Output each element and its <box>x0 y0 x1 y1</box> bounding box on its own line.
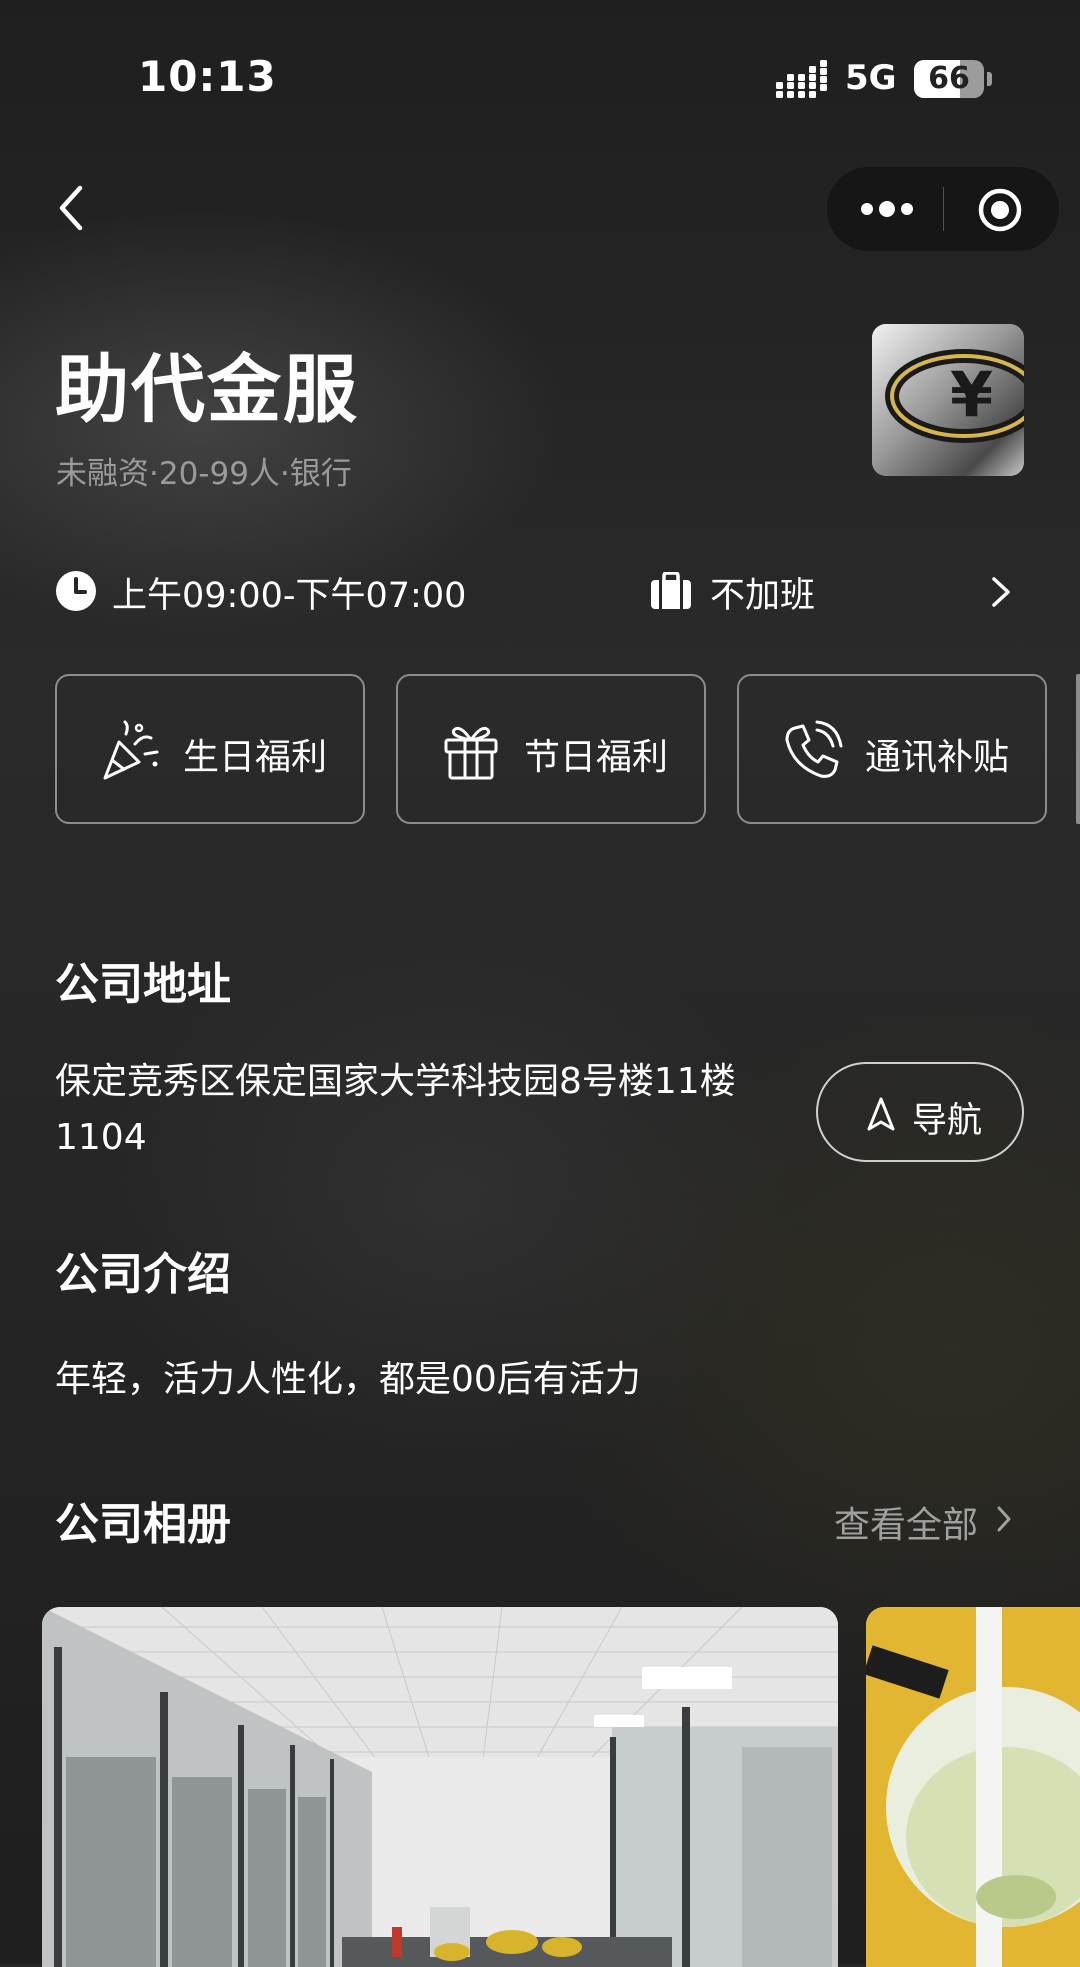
navigation-arrow-icon <box>867 1097 895 1131</box>
party-popper-icon <box>103 720 159 780</box>
address-title: 公司地址 <box>55 959 231 1010</box>
address-text: 保定竞秀区保定国家大学科技园8号楼11楼 1104 <box>55 1054 815 1166</box>
signal-icon <box>776 60 827 98</box>
mini-program-capsule <box>826 166 1060 252</box>
chevron-left-icon[interactable] <box>52 182 92 234</box>
benefit-holiday[interactable]: 节日福利 <box>396 674 706 824</box>
battery-icon: 66 <box>914 60 984 98</box>
status-time: 10:13 <box>138 52 277 101</box>
address-line1: 保定竞秀区保定国家大学科技园8号楼11楼 <box>55 1061 736 1102</box>
navigate-button[interactable]: 导航 <box>816 1062 1024 1162</box>
briefcase-icon <box>651 572 691 609</box>
company-name: 助代金服 <box>55 347 359 433</box>
chevron-right-icon[interactable] <box>996 1504 1012 1534</box>
benefit-birthday[interactable]: 生日福利 <box>55 674 365 824</box>
intro-text: 年轻，活力人性化，都是00后有活力 <box>55 1359 641 1400</box>
company-logo[interactable]: ¥ <box>872 324 1024 476</box>
more-dots-icon[interactable] <box>857 191 917 227</box>
benefit-next-card[interactable] <box>1076 674 1080 824</box>
benefit-label: 通讯补贴 <box>865 737 1010 778</box>
network-type: 5G <box>845 58 897 98</box>
intro-title: 公司介绍 <box>55 1249 231 1300</box>
drink-photo-image <box>866 1607 1080 1967</box>
view-all-link[interactable]: 查看全部 <box>834 1496 978 1548</box>
company-meta: 未融资·20-99人·银行 <box>56 456 352 492</box>
benefit-label: 生日福利 <box>183 737 328 778</box>
benefit-label: 节日福利 <box>524 737 669 778</box>
capsule-divider <box>943 187 944 231</box>
gift-icon <box>444 726 498 780</box>
overtime-policy: 不加班 <box>710 576 816 616</box>
clock-icon <box>56 571 96 611</box>
navigate-label: 导航 <box>912 1101 983 1141</box>
office-photo-image <box>42 1607 838 1967</box>
album-title: 公司相册 <box>55 1499 231 1550</box>
yen-logo-icon: ¥ <box>872 324 1024 476</box>
battery-cap <box>987 72 992 86</box>
battery-level: 66 <box>928 61 970 96</box>
target-icon[interactable] <box>977 187 1023 233</box>
work-hours: 上午09:00-下午07:00 <box>112 576 467 616</box>
album-photo-drink[interactable] <box>866 1607 1080 1967</box>
phone-icon <box>785 720 843 778</box>
benefit-phone-allowance[interactable]: 通讯补贴 <box>737 674 1047 824</box>
svg-text:¥: ¥ <box>950 358 993 431</box>
address-line2: 1104 <box>55 1117 147 1158</box>
chevron-right-icon[interactable] <box>990 575 1012 609</box>
album-photo-office[interactable] <box>42 1607 838 1967</box>
